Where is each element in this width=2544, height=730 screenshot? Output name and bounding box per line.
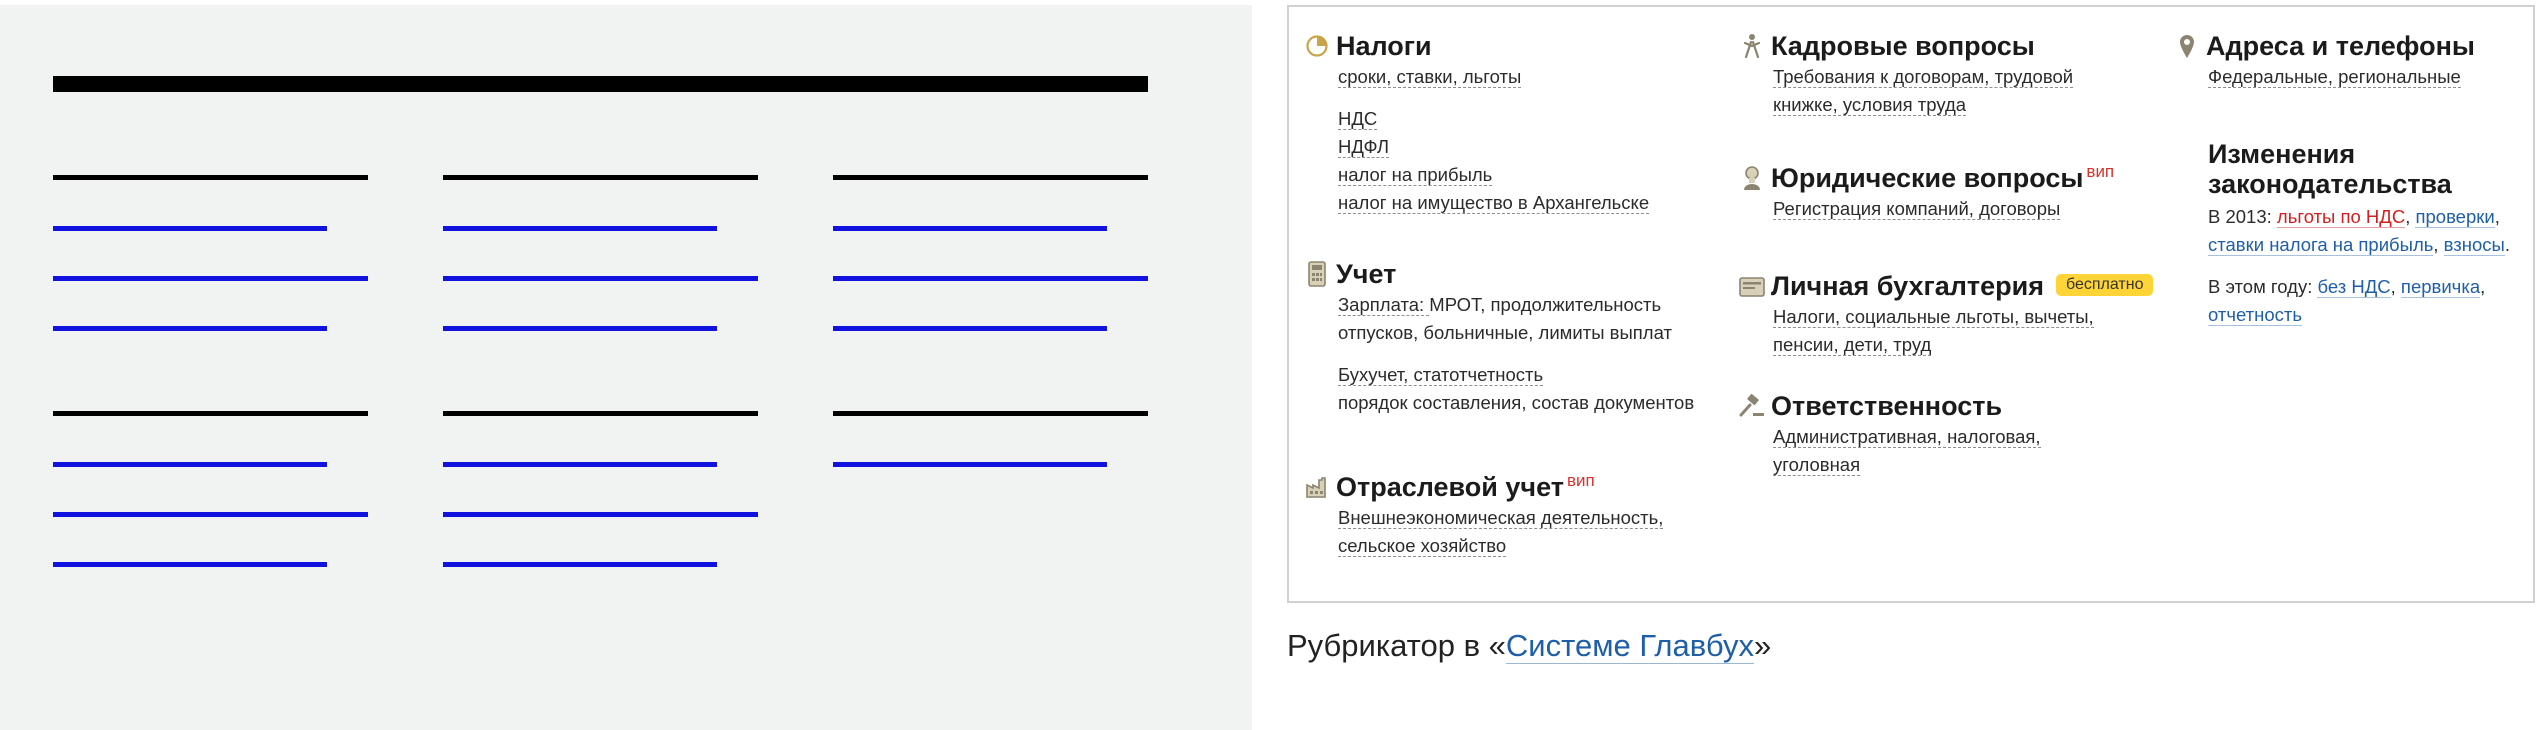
category-legal: Юридические вопросы вип Регистрация компа… [1739,161,2114,223]
map-pin-icon [2174,33,2200,59]
wireframe-link-bar [443,562,717,567]
without-vat-link[interactable]: без НДС [2317,276,2391,298]
category-addresses: Адреса и телефоны Федеральные, региональ… [2174,29,2475,91]
wireframe-heading-bar [833,411,1148,416]
pie-chart-icon [1304,33,1330,59]
category-title-line: Изменения [2208,139,2356,169]
topic-link-bookkeeping[interactable]: Бухучет, статотчетность [1338,364,1544,386]
category-hr: Кадровые вопросы Требования к договорам,… [1739,29,2074,119]
rubricator-panel: Налоги сроки, ставки, льготы НДС НДФЛ на… [1287,5,2535,603]
wireframe-heading-bar [833,175,1148,180]
person-icon [1739,33,1765,59]
category-title[interactable]: Налоги [1336,31,1432,62]
category-personal-accounting: Личная бухгалтерия бесплатно Налоги, соци… [1739,269,2154,359]
reporting-link[interactable]: отчетность [2208,304,2303,326]
wallet-icon [1739,273,1765,299]
vat-benefits-link[interactable]: льготы по НДС [2276,206,2406,228]
topic-text: отпусков, больничные, лимиты выплат [1338,322,1672,343]
caption-suffix: » [1753,628,1772,663]
gavel-icon [1739,393,1765,419]
category-title[interactable]: Юридические вопросы вип [1771,162,2114,194]
category-title[interactable]: Учет [1336,259,1396,290]
category-title-line: законодательства [2208,169,2452,199]
wireframe-link-bar [443,226,717,231]
category-title[interactable]: Кадровые вопросы [1771,31,2035,62]
category-taxes: Налоги сроки, ставки, льготы НДС НДФЛ на… [1304,29,1650,217]
topic-link-property-tax[interactable]: налог на имущество в Архангельске [1338,192,1650,214]
vip-badge: вип [1566,471,1595,490]
primary-docs-link[interactable]: первичка [2400,276,2481,298]
topic-link-regional[interactable]: Федеральные, региональные [2208,66,2461,88]
category-title[interactable]: Изменения законодательства [2208,139,2510,199]
topic-link-profit-tax[interactable]: налог на прибыль [1338,164,1493,186]
inspections-link[interactable]: проверки [2415,206,2495,228]
category-liability: Ответственность Административная, налого… [1739,389,2041,479]
category-title-text: Юридические вопросы [1771,163,2084,193]
separator: , [2390,276,2401,297]
separator: , [2433,234,2444,255]
category-legislation-changes: Изменения законодательства В 2013: льгот… [2208,139,2510,329]
figure-caption: Рубрикатор в «Системе Главбух» [1287,628,1771,664]
topic-link-foreign-trade[interactable]: Внешнеэкономическая деятельность, [1338,507,1664,529]
topic-link-salary[interactable]: Зарплата: [1338,294,1430,316]
topic-link-workbook[interactable]: книжке, условия труда [1773,94,1967,116]
contributions-link[interactable]: взносы [2443,234,2505,256]
vip-badge: вип [2086,162,2115,181]
wireframe-link-bar [833,276,1148,281]
wireframe-link-bar [53,326,327,331]
separator: . [2504,234,2510,255]
category-title-text: Личная бухгалтерия [1771,270,2044,301]
wireframe-link-bar [53,512,368,517]
topic-link-pensions[interactable]: пенсии, дети, труд [1773,334,1932,356]
topic-link-vat[interactable]: НДС [1338,108,1378,130]
wireframe-link-bar [53,276,368,281]
topic-link-agriculture[interactable]: сельское хозяйство [1338,535,1507,557]
category-title[interactable]: Адреса и телефоны [2206,31,2475,62]
wireframe-link-bar [53,226,327,231]
wireframe-heading-bar [443,175,758,180]
year-label: В этом году: [2208,276,2318,297]
topic-text: МРОТ, продолжительность [1429,294,1662,315]
topic-link-ndfl[interactable]: НДФЛ [1338,136,1390,158]
factory-icon [1304,474,1330,500]
category-title[interactable]: Ответственность [1771,391,2002,422]
wireframe-link-bar [833,226,1107,231]
wireframe-title-bar [53,76,1148,92]
topic-link-contracts[interactable]: Требования к договорам, трудовой [1773,66,2074,88]
caption-link[interactable]: Системе Главбух [1505,628,1754,664]
wireframe-link-bar [833,326,1107,331]
profit-tax-rates-link[interactable]: ставки налога на прибыль [2208,234,2434,256]
category-title-text: Отраслевой учет [1336,472,1564,502]
calculator-icon [1304,261,1330,287]
topic-link-personal-taxes[interactable]: Налоги, социальные льготы, вычеты, [1773,306,2094,328]
free-badge: бесплатно [2055,274,2154,297]
topic-link-administrative[interactable]: Административная, налоговая, [1773,426,2041,448]
wireframe-link-bar [443,462,717,467]
topic-link-registration[interactable]: Регистрация компаний, договоры [1773,198,2061,220]
wireframe-heading-bar [443,411,758,416]
category-accounting: Учет Зарплата: МРОТ, продолжительность о… [1304,257,1694,417]
wireframe-link-bar [53,462,327,467]
topic-link-criminal[interactable]: уголовная [1773,454,1861,476]
category-title[interactable]: Отраслевой учет вип [1336,471,1595,503]
caption-prefix: Рубрикатор в « [1287,628,1506,663]
wireframe-panel [0,5,1252,730]
wireframe-link-bar [53,562,327,567]
wireframe-link-bar [833,462,1107,467]
year-label: В 2013: [2208,206,2277,227]
wireframe-link-bar [443,512,758,517]
lawyer-icon [1739,165,1765,191]
wireframe-heading-bar [53,175,368,180]
separator: , [2494,206,2500,227]
wireframe-link-bar [443,326,717,331]
wireframe-heading-bar [53,411,368,416]
topic-text: порядок составления, состав документов [1338,392,1695,413]
category-subtitle[interactable]: сроки, ставки, льготы [1338,66,1522,88]
separator: , [2480,276,2486,297]
category-industry-accounting: Отраслевой учет вип Внешнеэкономическая д… [1304,470,1664,560]
separator: , [2405,206,2416,227]
category-title[interactable]: Личная бухгалтерия бесплатно [1771,270,2154,302]
wireframe-link-bar [443,276,758,281]
